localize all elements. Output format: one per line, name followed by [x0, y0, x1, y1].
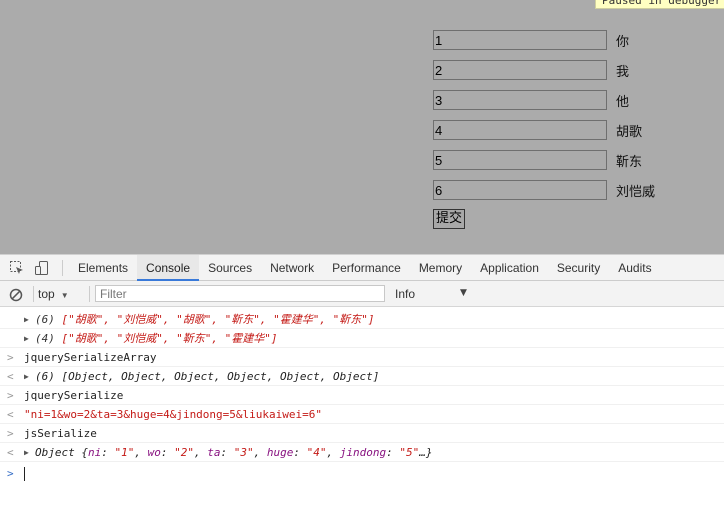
devtools-tabs: Elements Console Sources Network Perform… — [69, 255, 661, 281]
input-prompt-icon: > — [7, 389, 14, 402]
context-selector[interactable]: top ▼ — [38, 286, 69, 302]
tab-application[interactable]: Application — [471, 255, 548, 281]
object-preview: Object {ni: "1", wo: "2", ta: "3", huge:… — [35, 446, 433, 459]
filterbar-divider — [89, 286, 90, 302]
console-filterbar: top ▼ Info ▼ — [0, 281, 724, 307]
console-log-array-6[interactable]: ▶ (6) ["胡歌", "刘恺威", "胡歌", "靳东", "霍建华", "… — [0, 310, 724, 329]
huge-label: 胡歌 — [616, 125, 643, 140]
expand-triangle-icon[interactable]: ▶ — [24, 367, 29, 386]
tab-security[interactable]: Security — [548, 255, 609, 281]
console-output: ▶ (6) ["胡歌", "刘恺威", "胡歌", "靳东", "霍建华", "… — [0, 308, 724, 506]
liukaiwei-label: 刘恺威 — [616, 185, 656, 200]
result-arrow-icon: < — [7, 446, 14, 459]
text-caret — [24, 467, 25, 481]
input-text: jsSerialize — [24, 427, 97, 440]
devtools-tabbar: Elements Console Sources Network Perform… — [0, 254, 724, 281]
chevron-down-icon[interactable]: ▼ — [460, 288, 467, 298]
huge-input[interactable] — [433, 120, 607, 140]
console-result-line[interactable]: < ▶ (6) [Object, Object, Object, Object,… — [0, 367, 724, 386]
console-input-line[interactable]: > jsSerialize — [0, 424, 724, 443]
tab-memory[interactable]: Memory — [410, 255, 471, 281]
filter-input[interactable] — [95, 285, 385, 302]
prompt-chevron-icon: > — [7, 467, 14, 480]
ta-input[interactable] — [433, 90, 607, 110]
tab-network[interactable]: Network — [261, 255, 323, 281]
page-viewport: Paused in debugger 你 我 他 胡歌 靳东 刘恺威 提交 — [0, 0, 724, 254]
jindong-input[interactable] — [433, 150, 607, 170]
devtools-panel: Elements Console Sources Network Perform… — [0, 254, 724, 506]
chevron-down-icon: ▼ — [60, 291, 69, 300]
result-arrow-icon: < — [7, 408, 14, 421]
expand-triangle-icon[interactable]: ▶ — [24, 443, 29, 462]
console-input-line[interactable]: > jquerySerializeArray — [0, 348, 724, 367]
device-toolbar-icon[interactable] — [34, 260, 50, 276]
wo-label: 我 — [616, 65, 630, 80]
result-arrow-icon: < — [7, 370, 14, 383]
liukaiwei-input[interactable] — [433, 180, 607, 200]
input-prompt-icon: > — [7, 427, 14, 440]
expand-triangle-icon[interactable]: ▶ — [24, 310, 29, 329]
expand-triangle-icon[interactable]: ▶ — [24, 329, 29, 348]
submit-button[interactable]: 提交 — [433, 209, 466, 229]
ni-label: 你 — [616, 35, 630, 50]
context-value: top — [38, 287, 55, 301]
console-prompt[interactable]: > — [0, 462, 724, 486]
tab-console[interactable]: Console — [137, 255, 200, 281]
tab-elements[interactable]: Elements — [69, 255, 137, 281]
filterbar-divider — [33, 286, 34, 302]
console-input-line[interactable]: > jquerySerialize — [0, 386, 724, 405]
log-text: (4) ["胡歌", "刘恺威", "靳东", "霍建华"] — [35, 332, 278, 345]
tab-audits[interactable]: Audits — [609, 255, 660, 281]
input-text: jquerySerialize — [24, 389, 124, 402]
toolbar-divider — [62, 260, 63, 276]
tab-performance[interactable]: Performance — [323, 255, 410, 281]
ta-label: 他 — [616, 95, 630, 110]
console-result-line[interactable]: < "ni=1&wo=2&ta=3&huge=4&jindong=5&liuka… — [0, 405, 724, 424]
input-prompt-icon: > — [7, 351, 14, 364]
console-result-line[interactable]: < ▶ Object {ni: "1", wo: "2", ta: "3", h… — [0, 443, 724, 462]
wo-input[interactable] — [433, 60, 607, 80]
jindong-label: 靳东 — [616, 155, 643, 170]
paused-in-debugger-badge: Paused in debugger — [595, 0, 724, 9]
result-text: (6) [Object, Object, Object, Object, Obj… — [35, 370, 380, 383]
clear-console-icon[interactable] — [9, 287, 23, 302]
ni-input[interactable] — [433, 30, 607, 50]
result-string: "ni=1&wo=2&ta=3&huge=4&jindong=5&liukaiw… — [24, 408, 323, 421]
tab-sources[interactable]: Sources — [199, 255, 261, 281]
input-text: jquerySerializeArray — [24, 351, 157, 364]
console-log-array-4[interactable]: ▶ (4) ["胡歌", "刘恺威", "靳东", "霍建华"] — [0, 329, 724, 348]
inspect-element-icon[interactable] — [9, 260, 25, 276]
log-text: (6) ["胡歌", "刘恺威", "胡歌", "靳东", "霍建华", "靳东… — [35, 313, 375, 326]
log-level-selector[interactable]: Info — [395, 286, 415, 302]
